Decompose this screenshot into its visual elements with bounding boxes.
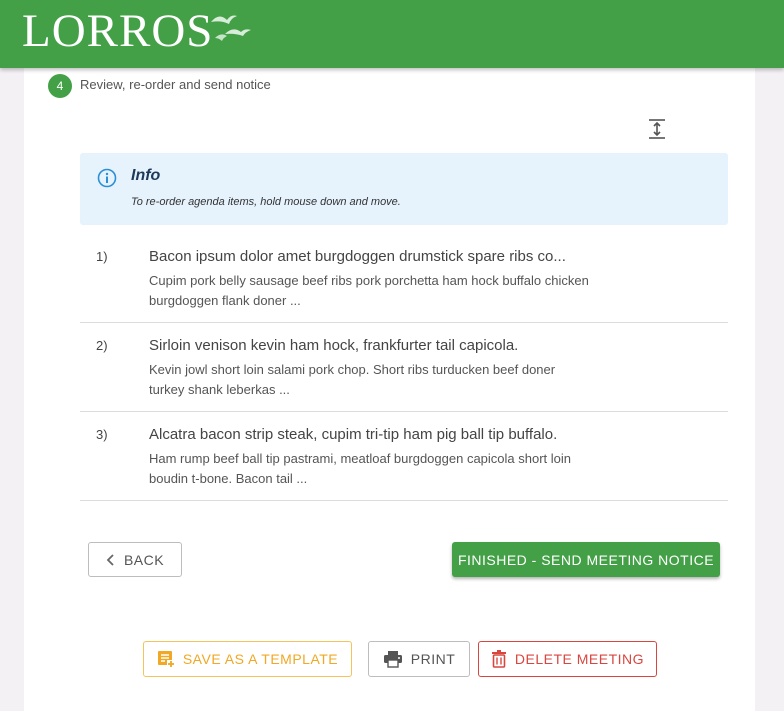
birds-icon	[211, 15, 252, 41]
step-number-badge: 4	[48, 74, 72, 98]
printer-icon	[383, 651, 402, 668]
agenda-item-number: 1)	[96, 249, 108, 264]
info-box: Info To re-order agenda items, hold mous…	[80, 153, 728, 225]
save-as-template-label: SAVE AS A TEMPLATE	[182, 651, 339, 667]
agenda-item[interactable]: 3) Alcatra bacon strip steak, cupim tri-…	[80, 412, 728, 501]
send-meeting-notice-button[interactable]: FINISHED - SEND MEETING NOTICE	[452, 542, 720, 577]
delete-meeting-label: DELETE MEETING	[514, 651, 645, 667]
trash-icon	[491, 650, 506, 668]
agenda-item-title: Bacon ipsum dolor amet burgdoggen drumst…	[149, 248, 566, 265]
chevron-left-icon	[106, 553, 114, 566]
lorros-logo[interactable]: LORROS	[22, 6, 253, 56]
agenda-list: 1) Bacon ipsum dolor amet burgdoggen dru…	[80, 234, 728, 501]
logo-text: LORROS	[22, 5, 214, 57]
back-button[interactable]: BACK	[88, 542, 182, 577]
app-header: LORROS	[0, 0, 784, 68]
agenda-item-description: Kevin jowl short loin salami pork chop. …	[149, 362, 556, 397]
agenda-item-number: 3)	[96, 427, 108, 442]
save-as-template-button[interactable]: SAVE AS A TEMPLATE	[143, 641, 352, 677]
agenda-item-title: Alcatra bacon strip steak, cupim tri-tip…	[149, 426, 558, 443]
agenda-item-title: Sirloin venison kevin ham hock, frankfur…	[149, 337, 519, 354]
expand-vertical-icon[interactable]	[646, 118, 668, 140]
step-label: Review, re-order and send notice	[80, 77, 271, 92]
info-title: Info	[131, 167, 161, 184]
delete-meeting-button[interactable]: DELETE MEETING	[478, 641, 657, 677]
info-icon	[97, 168, 117, 188]
note-add-icon	[157, 651, 175, 668]
send-meeting-notice-label: FINISHED - SEND MEETING NOTICE	[457, 551, 715, 568]
print-label: PRINT	[410, 651, 456, 667]
back-button-label: BACK	[123, 551, 165, 568]
agenda-item[interactable]: 2) Sirloin venison kevin ham hock, frank…	[80, 323, 728, 412]
agenda-item[interactable]: 1) Bacon ipsum dolor amet burgdoggen dru…	[80, 234, 728, 323]
agenda-item-description: Ham rump beef ball tip pastrami, meatloa…	[149, 451, 572, 486]
agenda-item-description: Cupim pork belly sausage beef ribs pork …	[149, 273, 589, 308]
info-text: To re-order agenda items, hold mouse dow…	[131, 196, 401, 208]
agenda-item-number: 2)	[96, 338, 108, 353]
print-button[interactable]: PRINT	[368, 641, 470, 677]
